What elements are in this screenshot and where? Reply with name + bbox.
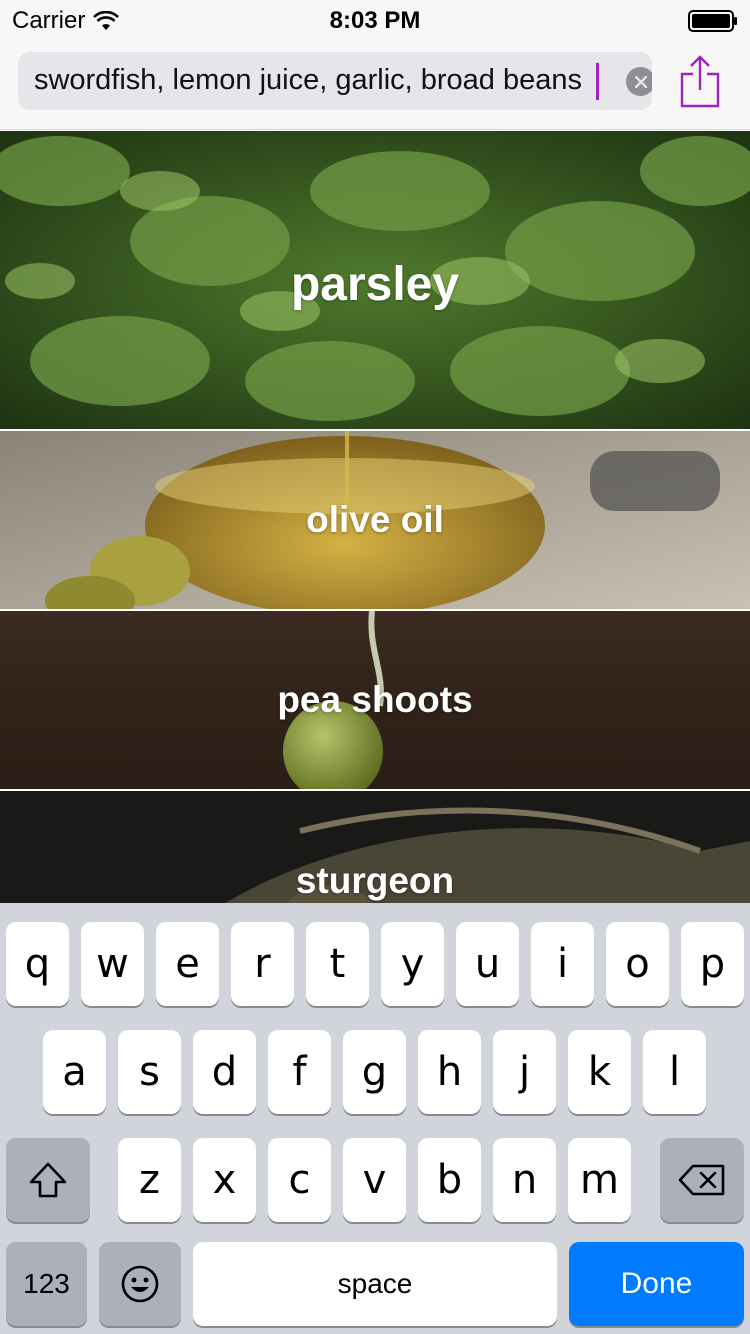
clear-search-button[interactable] <box>626 67 652 96</box>
key-p[interactable]: p <box>681 922 744 1006</box>
text-caret <box>596 63 599 100</box>
key-a[interactable]: a <box>43 1030 106 1114</box>
key-x[interactable]: x <box>193 1138 256 1222</box>
key-e[interactable]: e <box>156 922 219 1006</box>
share-button[interactable] <box>676 52 724 110</box>
shift-key[interactable] <box>6 1138 90 1222</box>
key-b[interactable]: b <box>418 1138 481 1222</box>
shift-icon <box>29 1162 67 1198</box>
key-o[interactable]: o <box>606 922 669 1006</box>
key-l[interactable]: l <box>643 1030 706 1114</box>
key-q[interactable]: q <box>6 922 69 1006</box>
key-t[interactable]: t <box>306 922 369 1006</box>
share-icon <box>680 55 720 108</box>
search-input-text[interactable]: swordfish, lemon juice, garlic, broad be… <box>34 64 582 97</box>
numbers-key[interactable]: 123 <box>6 1242 87 1326</box>
key-u[interactable]: u <box>456 922 519 1006</box>
delete-key[interactable] <box>660 1138 744 1222</box>
key-c[interactable]: c <box>268 1138 331 1222</box>
key-v[interactable]: v <box>343 1138 406 1222</box>
key-m[interactable]: m <box>568 1138 631 1222</box>
search-header: swordfish, lemon juice, garlic, broad be… <box>0 40 750 130</box>
key-d[interactable]: d <box>193 1030 256 1114</box>
ingredient-list: parsley olive oil pea shoots sturgeon <box>0 131 750 903</box>
key-g[interactable]: g <box>343 1030 406 1114</box>
key-n[interactable]: n <box>493 1138 556 1222</box>
keyboard: q w e r t y u i o p a s d f g h j k l z … <box>0 903 750 1334</box>
key-i[interactable]: i <box>531 922 594 1006</box>
battery-icon <box>688 10 737 32</box>
key-r[interactable]: r <box>231 922 294 1006</box>
ingredient-label: pea shoots <box>277 679 473 720</box>
ingredient-label: olive oil <box>306 499 444 540</box>
key-w[interactable]: w <box>81 922 144 1006</box>
ingredient-card-parsley[interactable]: parsley <box>0 131 750 429</box>
space-key[interactable]: space <box>193 1242 557 1326</box>
done-key[interactable]: Done <box>569 1242 744 1326</box>
key-s[interactable]: s <box>118 1030 181 1114</box>
emoji-icon <box>121 1265 159 1303</box>
status-time: 8:03 PM <box>329 7 421 34</box>
ingredient-card-pea-shoots[interactable]: pea shoots <box>0 611 750 789</box>
ingredient-card-sturgeon[interactable]: sturgeon <box>0 791 750 903</box>
ingredient-label: parsley <box>290 257 460 311</box>
emoji-key[interactable] <box>99 1242 181 1326</box>
key-k[interactable]: k <box>568 1030 631 1114</box>
key-j[interactable]: j <box>493 1030 556 1114</box>
ingredient-card-olive-oil[interactable]: olive oil <box>0 431 750 609</box>
close-icon <box>634 75 647 88</box>
key-h[interactable]: h <box>418 1030 481 1114</box>
key-f[interactable]: f <box>268 1030 331 1114</box>
key-z[interactable]: z <box>118 1138 181 1222</box>
status-bar: Carrier 8:03 PM <box>0 0 750 40</box>
ingredients-search-field[interactable]: swordfish, lemon juice, garlic, broad be… <box>18 52 652 110</box>
key-y[interactable]: y <box>381 922 444 1006</box>
ingredient-label: sturgeon <box>295 860 455 901</box>
backspace-icon <box>678 1164 725 1196</box>
